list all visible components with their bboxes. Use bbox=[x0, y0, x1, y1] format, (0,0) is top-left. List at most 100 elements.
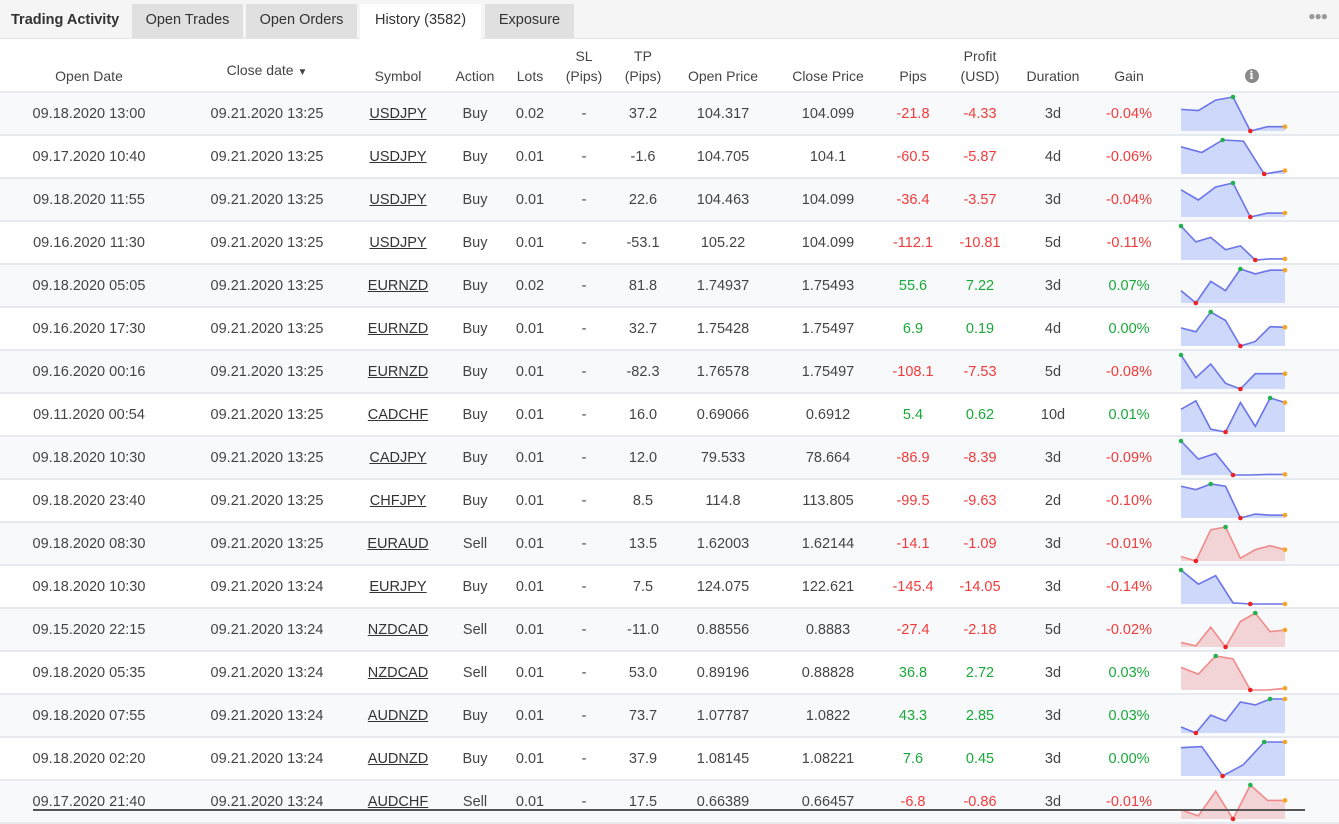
cell-sl: - bbox=[581, 320, 587, 337]
cell-tp: -1.6 bbox=[630, 148, 656, 165]
cell-close-date: 09.21.2020 13:25 bbox=[210, 406, 324, 423]
history-table: Open Date Close date ▼ Symbol Action Lot… bbox=[0, 38, 1339, 824]
table-row[interactable]: 09.18.2020 05:05 09.21.2020 13:25 EURNZD Bu… bbox=[0, 264, 1339, 307]
cell-pips: -36.4 bbox=[896, 191, 930, 208]
cell-gain: -0.01% bbox=[1106, 793, 1152, 810]
symbol-link[interactable]: AUDNZD bbox=[368, 751, 428, 767]
symbol-link[interactable]: CADCHF bbox=[368, 407, 428, 423]
sparkline-max-point bbox=[1267, 395, 1273, 400]
cell-symbol: NZDCAD bbox=[356, 651, 440, 694]
cell-symbol: NZDCAD bbox=[356, 608, 440, 651]
cell-duration: 2d bbox=[1044, 492, 1062, 509]
ellipsis-icon[interactable]: ●●● bbox=[1308, 9, 1328, 23]
col-open-date[interactable]: Open Date bbox=[0, 38, 178, 92]
symbol-link[interactable]: EURJPY bbox=[369, 579, 426, 595]
table-row[interactable]: 09.18.2020 10:30 09.21.2020 13:24 EURJPY Bu… bbox=[0, 565, 1339, 608]
cell-lots: 0.01 bbox=[515, 621, 545, 638]
symbol-link[interactable]: CHFJPY bbox=[370, 493, 426, 509]
cell-duration: 3d bbox=[1044, 707, 1062, 724]
cell-tp: 81.8 bbox=[628, 277, 658, 294]
table-row[interactable]: 09.18.2020 10:30 09.21.2020 13:25 CADJPY Bu… bbox=[0, 436, 1339, 479]
cell-gain: 0.00% bbox=[1108, 320, 1150, 337]
cell-duration: 4d bbox=[1044, 320, 1062, 337]
cell-pips: -60.5 bbox=[896, 148, 930, 165]
symbol-link[interactable]: EURNZD bbox=[368, 364, 428, 380]
cell-lots: 0.01 bbox=[515, 234, 545, 251]
tab-exposure[interactable]: Exposure bbox=[485, 4, 574, 38]
cell-lots: 0.01 bbox=[515, 578, 545, 595]
sparkline-area bbox=[1181, 268, 1285, 303]
table-row[interactable]: 09.18.2020 02:20 09.21.2020 13:24 AUDNZD Bu… bbox=[0, 737, 1339, 780]
symbol-link[interactable]: CADJPY bbox=[369, 450, 426, 466]
cell-duration: 10d bbox=[1040, 406, 1066, 423]
cell-profit: -1.09 bbox=[963, 535, 997, 552]
cell-gain: -0.11% bbox=[1106, 234, 1152, 251]
cell-open-date: 09.18.2020 05:35 bbox=[32, 664, 146, 681]
cell-close-date: 09.21.2020 13:25 bbox=[210, 535, 324, 552]
col-pips[interactable]: Pips bbox=[878, 38, 948, 92]
tab-history[interactable]: History (3582) bbox=[360, 4, 481, 39]
table-row[interactable]: 09.17.2020 21:40 09.21.2020 13:24 AUDCHF Se… bbox=[0, 780, 1339, 823]
sparkline-min-point bbox=[1252, 257, 1258, 262]
cell-sparkline bbox=[1164, 780, 1339, 823]
cell-pips: 5.4 bbox=[902, 406, 924, 423]
tab-open-trades[interactable]: Open Trades bbox=[132, 4, 243, 38]
table-row[interactable]: 09.18.2020 23:40 09.21.2020 13:25 CHFJPY Bu… bbox=[0, 479, 1339, 522]
col-action[interactable]: Action bbox=[440, 38, 510, 92]
symbol-link[interactable]: USDJPY bbox=[369, 106, 426, 122]
cell-sl: - bbox=[581, 191, 587, 208]
cell-symbol: USDJPY bbox=[356, 221, 440, 264]
symbol-link[interactable]: EURNZD bbox=[368, 278, 428, 294]
table-row[interactable]: 09.18.2020 05:35 09.21.2020 13:24 NZDCAD Se… bbox=[0, 651, 1339, 694]
info-icon[interactable]: i bbox=[1244, 69, 1259, 83]
table-row[interactable]: 09.16.2020 11:30 09.21.2020 13:25 USDJPY Bu… bbox=[0, 221, 1339, 264]
cell-tp: -82.3 bbox=[626, 363, 660, 380]
cell-open-date: 09.18.2020 23:40 bbox=[32, 492, 146, 509]
table-row[interactable]: 09.17.2020 10:40 09.21.2020 13:25 USDJPY Bu… bbox=[0, 135, 1339, 178]
col-close-date[interactable]: Close date ▼ bbox=[178, 38, 356, 92]
symbol-link[interactable]: EURNZD bbox=[368, 321, 428, 337]
symbol-link[interactable]: USDJPY bbox=[369, 149, 426, 165]
symbol-link[interactable]: AUDNZD bbox=[368, 708, 428, 724]
table-row[interactable]: 09.18.2020 11:55 09.21.2020 13:25 USDJPY Bu… bbox=[0, 178, 1339, 221]
symbol-link[interactable]: USDJPY bbox=[369, 235, 426, 251]
cell-action: Buy bbox=[462, 148, 488, 165]
table-row[interactable]: 09.16.2020 00:16 09.21.2020 13:25 EURNZD Bu… bbox=[0, 350, 1339, 393]
sparkline-end-point bbox=[1282, 267, 1288, 273]
cell-pips: -108.1 bbox=[892, 363, 934, 380]
table-row[interactable]: 09.15.2020 22:15 09.21.2020 13:24 NZDCAD Se… bbox=[0, 608, 1339, 651]
tab-open-orders[interactable]: Open Orders bbox=[246, 4, 357, 38]
symbol-link[interactable]: NZDCAD bbox=[368, 622, 428, 638]
table-row[interactable]: 09.18.2020 13:00 09.21.2020 13:25 USDJPY Bu… bbox=[0, 92, 1339, 135]
symbol-link[interactable]: NZDCAD bbox=[368, 665, 428, 681]
table-row[interactable]: 09.18.2020 07:55 09.21.2020 13:24 AUDNZD Bu… bbox=[0, 694, 1339, 737]
table-row[interactable]: 09.16.2020 17:30 09.21.2020 13:25 EURNZD Bu… bbox=[0, 307, 1339, 350]
col-profit[interactable]: Profit (USD) bbox=[948, 38, 1012, 92]
cell-sparkline bbox=[1164, 436, 1339, 479]
cell-tp: 8.5 bbox=[632, 492, 654, 509]
sparkline-max-point bbox=[1220, 137, 1225, 142]
symbol-link[interactable]: USDJPY bbox=[369, 192, 426, 208]
col-tp[interactable]: TP (Pips) bbox=[618, 38, 668, 92]
col-symbol[interactable]: Symbol bbox=[356, 38, 440, 92]
cell-profit: 2.85 bbox=[965, 707, 995, 724]
cell-open-price: 114.8 bbox=[705, 492, 741, 509]
cell-close-date: 09.21.2020 13:24 bbox=[210, 707, 324, 724]
symbol-link[interactable]: AUDCHF bbox=[368, 794, 428, 810]
sparkline-end-point bbox=[1282, 256, 1288, 261]
cell-sl: - bbox=[581, 664, 587, 681]
col-lots[interactable]: Lots bbox=[510, 38, 550, 92]
cell-sl: - bbox=[581, 406, 587, 423]
col-duration[interactable]: Duration bbox=[1012, 38, 1094, 92]
trade-sparkline bbox=[1180, 610, 1288, 649]
sparkline-min-point bbox=[1238, 343, 1243, 348]
sparkline-area bbox=[1181, 784, 1285, 819]
col-open-price[interactable]: Open Price bbox=[668, 38, 778, 92]
table-row[interactable]: 09.18.2020 08:30 09.21.2020 13:25 EURAUD Se… bbox=[0, 522, 1339, 565]
table-row[interactable]: 09.11.2020 00:54 09.21.2020 13:25 CADCHF Bu… bbox=[0, 393, 1339, 436]
col-close-price[interactable]: Close Price bbox=[778, 38, 878, 92]
col-gain[interactable]: Gain bbox=[1094, 38, 1164, 92]
sparkline-end-point bbox=[1282, 399, 1288, 405]
col-sl[interactable]: SL (Pips) bbox=[550, 38, 618, 92]
symbol-link[interactable]: EURAUD bbox=[367, 536, 428, 552]
